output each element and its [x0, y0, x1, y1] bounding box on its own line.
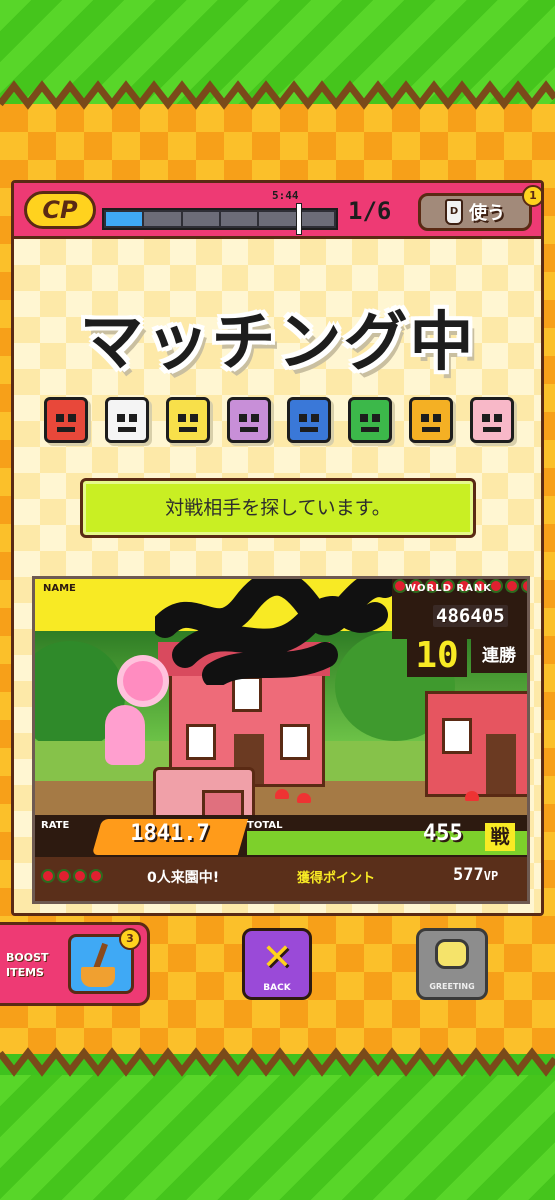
cp-gauge-marker: [295, 203, 302, 235]
name-label: NAME: [43, 583, 76, 594]
page-title: マッチング中: [79, 306, 476, 380]
use-button-label: 使う: [469, 203, 505, 224]
mushroom-icon: [465, 791, 479, 801]
cp-gauge: [102, 208, 338, 230]
boost-items-label: BOOST ITEMS: [6, 951, 49, 979]
visitors-text: 0人来園中!: [147, 870, 220, 886]
rate-value: 1841.7: [130, 821, 210, 846]
cp-timer: 5:44: [272, 189, 299, 202]
fairy-character: [105, 705, 145, 765]
points-label: 獲得ポイント: [297, 871, 376, 886]
use-badge: 1: [522, 185, 541, 207]
boost-badge: 3: [119, 928, 141, 950]
back-label: BACK: [263, 983, 291, 993]
total-label: TOTAL: [247, 820, 283, 831]
green-frog-icon: [348, 397, 393, 443]
bottom-green-border: [0, 1075, 555, 1200]
pink-rabbit-icon: [469, 397, 514, 443]
total-unit: 戦: [485, 823, 515, 851]
points-value: 577VP: [453, 865, 499, 885]
world-rank-value: 486405: [433, 605, 508, 627]
rose-decoration: [41, 869, 103, 883]
close-icon: ✕: [261, 937, 293, 978]
greeting-button[interactable]: GREETING: [416, 928, 488, 1000]
mushroom-icon: [275, 789, 289, 799]
house-icon: [425, 691, 527, 797]
searching-message: 対戦相手を探しています。: [80, 478, 476, 538]
purple-castle-icon: [226, 397, 271, 443]
win-streak-value: 10: [407, 635, 467, 677]
greeting-label: GREETING: [429, 982, 475, 991]
character-icons: [44, 397, 514, 449]
cp-bar: CP 5:44 1/6 D 使う 1: [14, 183, 541, 239]
cp-count: 1/6: [348, 197, 392, 225]
speech-bubble-icon: [435, 939, 469, 969]
gold-coin-icon: [409, 397, 454, 443]
back-button[interactable]: ✕ BACK: [242, 928, 312, 1000]
mushroom-icon: [297, 793, 311, 803]
redaction-scribble: [155, 579, 395, 685]
cp-logo: CP: [24, 191, 96, 229]
rate-label: RATE: [41, 820, 70, 831]
bottle-icon: D: [445, 199, 463, 225]
world-rank-label: WORLD RANK: [405, 583, 492, 594]
blue-penguin-icon: [287, 397, 332, 443]
yellow-giraffe-icon: [165, 397, 210, 443]
panda-icon: [104, 397, 149, 443]
use-button[interactable]: D 使う: [418, 193, 532, 231]
win-streak-label: 連勝: [471, 639, 527, 673]
red-robot-icon: [44, 397, 88, 443]
bottom-zigzag: [0, 1047, 555, 1077]
total-value: 455: [423, 821, 463, 846]
player-card: NAME WORLD RANK 486405 10 連勝 RATE 1841.7…: [32, 576, 530, 904]
matching-panel: CP 5:44 1/6 D 使う 1 マッチング中 対戦相手を探しています。 N…: [11, 180, 544, 916]
top-zigzag: [0, 80, 555, 110]
pig-character: [153, 767, 255, 815]
